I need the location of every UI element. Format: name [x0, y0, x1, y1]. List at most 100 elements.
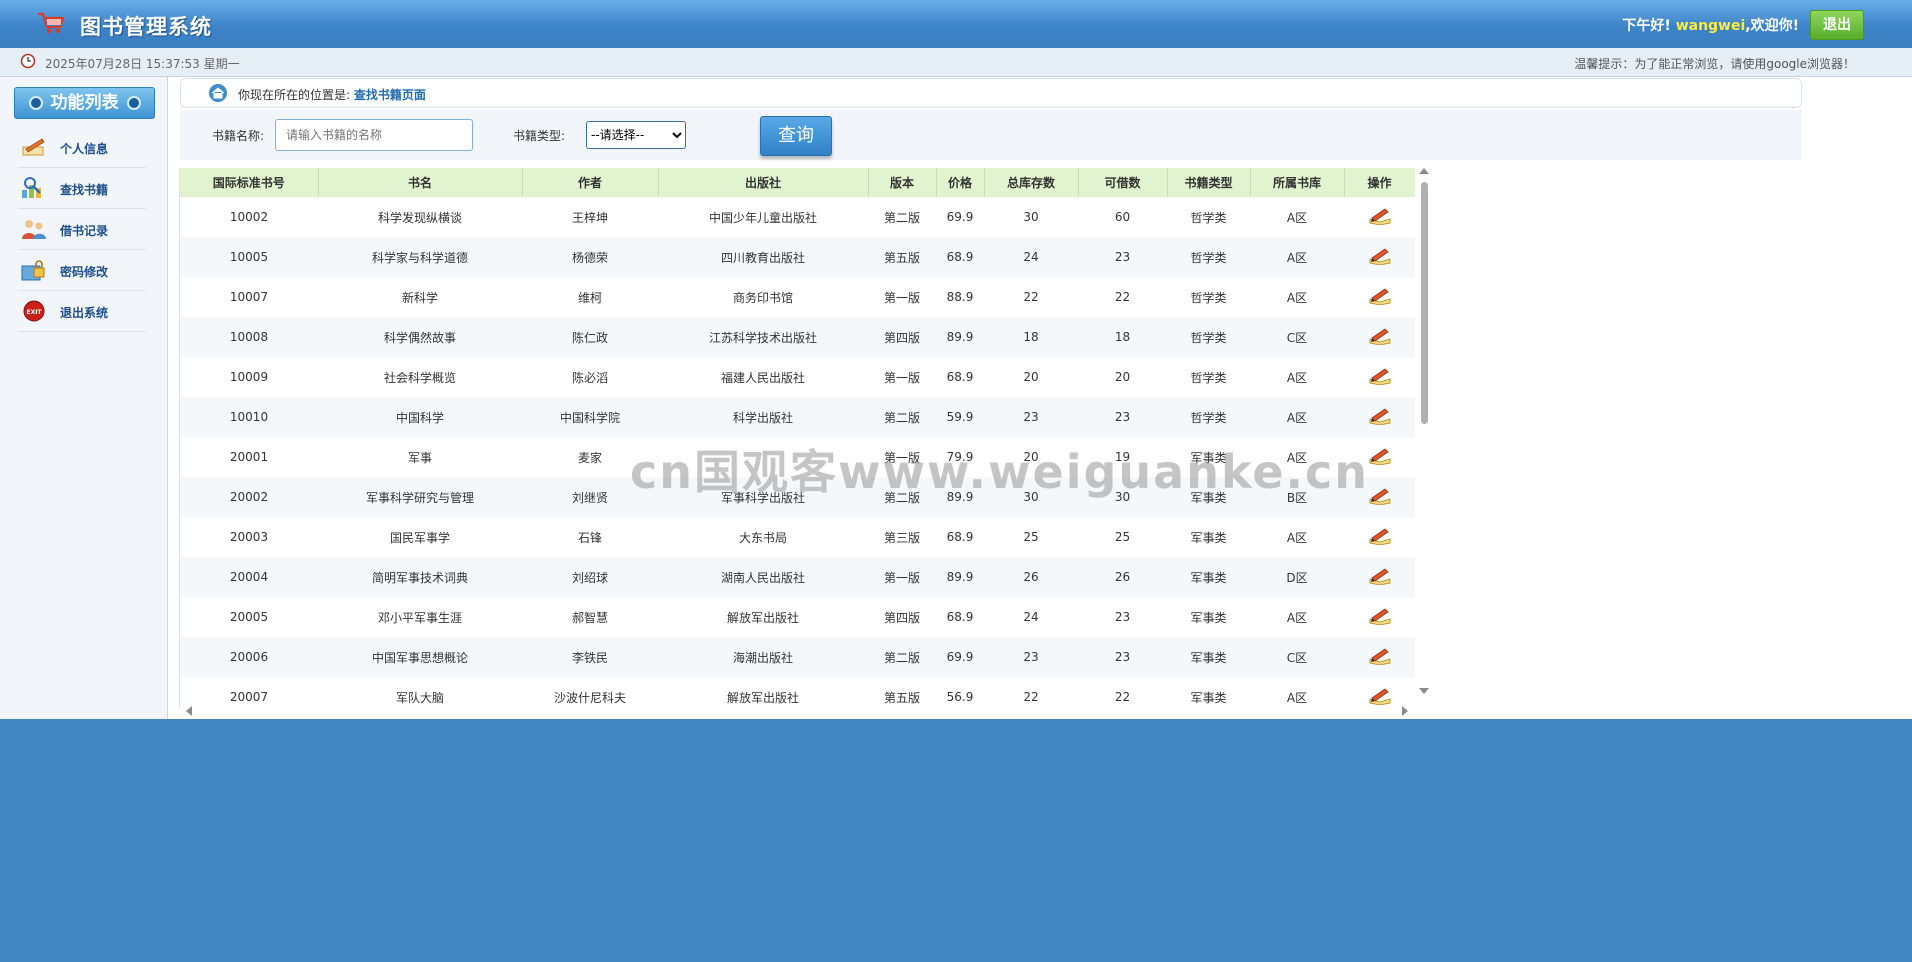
- column-header: 版本: [868, 168, 937, 197]
- logout-button[interactable]: 退出: [1810, 10, 1864, 40]
- borrow-book-icon[interactable]: [1368, 527, 1392, 545]
- pencil-paper-icon: [22, 138, 45, 156]
- table-cell: 福建人民出版社: [720, 370, 805, 385]
- table-cell: 郝智慧: [571, 610, 608, 625]
- table-cell: A区: [1286, 530, 1308, 545]
- table-cell: 30: [1023, 490, 1039, 504]
- bullet-icon: [126, 96, 141, 110]
- borrow-book-icon[interactable]: [1368, 247, 1392, 265]
- scroll-up-icon[interactable]: [1419, 168, 1429, 174]
- table-cell: 军事类: [1190, 530, 1227, 545]
- search-chart-icon: [22, 177, 41, 198]
- table-cell: 30: [1023, 210, 1039, 224]
- table-cell: 李铁民: [571, 650, 608, 665]
- sidebar-item-exit-system[interactable]: EXIT 退出系统: [18, 291, 146, 332]
- table-cell: 20: [1023, 450, 1039, 464]
- borrow-book-icon[interactable]: [1368, 407, 1392, 425]
- table-row: 20006 中国军事思想概论 李铁民 海潮出版社 第二版 69.9 23 23 军事类 C区: [180, 637, 1415, 677]
- row-action-cell[interactable]: [1344, 637, 1415, 677]
- table-cell: 10009: [229, 370, 269, 384]
- column-header: 价格: [936, 168, 985, 197]
- borrow-book-icon[interactable]: [1368, 567, 1392, 585]
- row-action-cell[interactable]: [1344, 397, 1415, 437]
- table-cell: 科学家与科学道德: [371, 250, 468, 265]
- sidebar-item-borrow-records[interactable]: 借书记录: [18, 209, 146, 250]
- row-action-cell[interactable]: [1344, 557, 1415, 597]
- table-cell: 军事类: [1190, 570, 1227, 585]
- table-cell: 69.9: [946, 650, 974, 664]
- borrow-book-icon[interactable]: [1368, 647, 1392, 665]
- borrow-book-icon[interactable]: [1368, 687, 1392, 705]
- table-row: 10005 科学家与科学道德 杨德荣 四川教育出版社 第五版 68.9 24 23 哲学类 A区: [180, 237, 1415, 277]
- table-cell: 23: [1114, 250, 1131, 264]
- current-datetime: 2025年07月28日 15:37:53 星期一: [45, 57, 240, 71]
- scroll-left-icon[interactable]: [186, 706, 192, 716]
- table-cell: 59.9: [946, 410, 974, 424]
- book-type-select[interactable]: --请选择--: [586, 121, 686, 149]
- table-cell: 哲学类: [1190, 210, 1227, 225]
- sidebar-item-change-password[interactable]: 密码修改: [18, 250, 146, 291]
- row-action-cell[interactable]: [1344, 197, 1415, 237]
- borrow-book-icon[interactable]: [1368, 487, 1392, 505]
- table-cell: 88.9: [946, 290, 974, 304]
- table-cell: 第一版: [883, 370, 920, 385]
- row-action-cell[interactable]: [1344, 317, 1415, 357]
- table-cell: 邓小平军事生涯: [377, 610, 462, 625]
- sidebar-item-profile[interactable]: 个人信息: [18, 127, 146, 168]
- table-cell: 中国科学: [395, 410, 444, 425]
- row-action-cell[interactable]: [1344, 357, 1415, 397]
- table-cell: 23: [1023, 410, 1039, 424]
- table-cell: 20: [1023, 370, 1039, 384]
- svg-text:EXIT: EXIT: [26, 309, 42, 316]
- scroll-thumb[interactable]: [1421, 182, 1428, 424]
- scroll-down-icon[interactable]: [1419, 688, 1429, 694]
- horizontal-scrollbar[interactable]: [179, 704, 1414, 718]
- table-cell: 海潮出版社: [732, 650, 793, 665]
- borrow-book-icon[interactable]: [1368, 287, 1392, 305]
- sidebar-item-search-books[interactable]: 查找书籍: [18, 168, 146, 209]
- table-cell: 20006: [229, 650, 269, 664]
- clock-icon: [20, 53, 36, 69]
- borrow-book-icon[interactable]: [1368, 207, 1392, 225]
- book-name-input[interactable]: [275, 119, 473, 151]
- table-cell: 69.9: [946, 210, 974, 224]
- table-cell: 哲学类: [1190, 290, 1227, 305]
- column-header: 所属书库: [1250, 168, 1345, 197]
- table-cell: 68.9: [946, 530, 974, 544]
- table-cell: 第五版: [883, 250, 920, 265]
- borrow-book-icon[interactable]: [1368, 327, 1392, 345]
- row-action-cell[interactable]: [1344, 517, 1415, 557]
- borrow-book-icon[interactable]: [1368, 367, 1392, 385]
- shopping-cart-icon: [38, 12, 65, 34]
- table-cell: 20005: [229, 610, 269, 624]
- row-action-cell[interactable]: [1344, 597, 1415, 637]
- column-header: 可借数: [1078, 168, 1168, 197]
- scroll-right-icon[interactable]: [1402, 706, 1408, 716]
- table-cell: C区: [1286, 330, 1308, 345]
- borrow-book-icon[interactable]: [1368, 607, 1392, 625]
- row-action-cell[interactable]: [1344, 477, 1415, 517]
- row-action-cell[interactable]: [1344, 237, 1415, 277]
- table-cell: 新科学: [401, 290, 438, 305]
- vertical-scrollbar[interactable]: [1418, 168, 1432, 696]
- table-cell: 18: [1023, 330, 1039, 344]
- table-cell: 23: [1114, 410, 1131, 424]
- table-header-row: 国际标准书号 书名 作者 出版社 版本 价格 总库存数 可借数 书籍类型 所属书库 操作: [180, 168, 1415, 197]
- breadcrumb-current[interactable]: 查找书籍页面: [354, 88, 426, 102]
- table-cell: 24: [1023, 250, 1039, 264]
- row-action-cell[interactable]: [1344, 437, 1415, 477]
- table-cell: 68.9: [946, 250, 974, 264]
- borrow-book-icon[interactable]: [1368, 447, 1392, 465]
- table-cell: 第二版: [883, 210, 920, 225]
- table-cell: 哲学类: [1190, 370, 1227, 385]
- query-button[interactable]: 查询: [760, 116, 832, 156]
- books-table: 国际标准书号 书名 作者 出版社 版本 价格 总库存数 可借数 书籍类型 所属书库 操作 10002…: [180, 168, 1415, 708]
- table-cell: 第二版: [883, 490, 920, 505]
- table-cell: 哲学类: [1190, 250, 1227, 265]
- sidebar-item-label: 密码修改: [60, 265, 109, 279]
- row-action-cell[interactable]: [1344, 277, 1415, 317]
- table-cell: 社会科学概览: [383, 370, 456, 385]
- table-cell: 湖南人民出版社: [720, 570, 805, 585]
- table-cell: 军事: [407, 450, 432, 465]
- column-header: 出版社: [658, 168, 869, 197]
